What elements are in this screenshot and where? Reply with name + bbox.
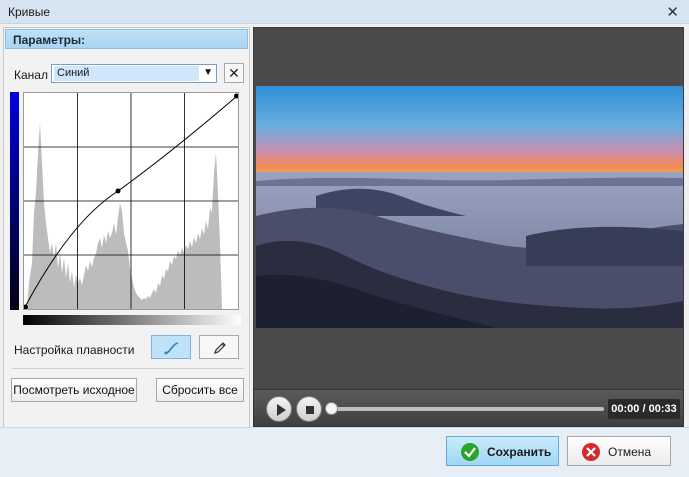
output-gradient-bar (10, 92, 19, 310)
save-button[interactable]: Сохранить (446, 436, 559, 466)
time-display: 00:00 / 00:33 (608, 399, 680, 419)
cancel-button[interactable]: Отмена (567, 436, 671, 466)
seek-bar[interactable] (328, 407, 604, 411)
pencil-icon (214, 342, 226, 354)
play-button[interactable] (266, 396, 292, 422)
footer: Сохранить Отмена (0, 427, 689, 477)
input-gradient-bar (23, 315, 241, 325)
video-player-controls: 00:00 / 00:33 (253, 389, 684, 427)
save-button-label: Сохранить (487, 445, 552, 459)
curve-editor[interactable] (23, 92, 239, 310)
smooth-curve-icon (164, 342, 179, 355)
panel-header: Параметры: (5, 29, 248, 49)
divider (12, 368, 244, 369)
stop-button[interactable] (296, 396, 322, 422)
curve-graph[interactable] (23, 93, 239, 310)
landscape-image (256, 86, 683, 328)
parameters-panel: Параметры: Канал Синий ▼ ✕ Настройка пла… (3, 27, 250, 451)
channel-label: Канал (14, 68, 48, 82)
panel-title: Параметры: (13, 33, 86, 47)
play-icon (277, 404, 286, 416)
smooth-curve-button[interactable] (151, 335, 191, 359)
close-icon[interactable]: ✕ (666, 3, 679, 21)
view-original-button[interactable]: Посмотреть исходное (11, 378, 137, 402)
cancel-icon (582, 443, 600, 461)
smoothness-label: Настройка плавности (14, 343, 135, 357)
stop-icon (306, 406, 314, 414)
reset-channel-button[interactable]: ✕ (224, 63, 244, 83)
channel-selected-value: Синий (54, 66, 199, 81)
pencil-button[interactable] (199, 335, 239, 359)
title-bar: Кривые ✕ (0, 0, 689, 24)
curve-point-middle[interactable] (115, 188, 121, 194)
checkmark-icon (461, 443, 479, 461)
cancel-button-label: Отмена (608, 445, 652, 459)
window-title: Кривые (8, 5, 51, 19)
dialog-body: Параметры: Канал Синий ▼ ✕ Настройка пла… (0, 24, 689, 477)
histogram (27, 123, 222, 309)
chevron-down-icon[interactable]: ▼ (203, 67, 213, 78)
preview-image (256, 86, 683, 328)
channel-dropdown[interactable]: Синий ▼ (51, 64, 217, 83)
seek-knob[interactable] (325, 402, 338, 415)
preview-area (253, 27, 684, 427)
reset-all-button[interactable]: Сбросить все (156, 378, 244, 402)
